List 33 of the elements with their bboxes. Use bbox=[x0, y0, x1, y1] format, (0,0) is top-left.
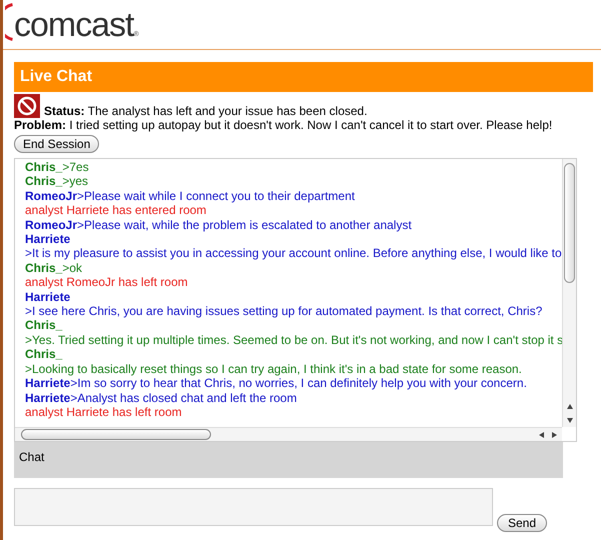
scroll-left-icon[interactable] bbox=[537, 430, 545, 438]
chat-message: RomeoJr>Please wait, while the problem is escalated to another analyst bbox=[25, 218, 413, 232]
message-input[interactable] bbox=[14, 488, 493, 526]
horizontal-scrollbar[interactable] bbox=[15, 427, 562, 441]
scroll-down-icon[interactable] bbox=[566, 416, 574, 424]
chat-message: Harriete>Im so sorry to hear that Chris, no worries, I can definitely help you with your concern. bbox=[25, 376, 528, 390]
message-text: >Looking to basically reset things so I can try again, I think it's in a bad state for some reason. bbox=[25, 362, 523, 376]
logo-arc-icon bbox=[5, 3, 13, 41]
message-text: >I see here Chris, you are having issues setting up for automated payment. Is that correct, Chris? bbox=[25, 304, 544, 318]
scroll-right-icon[interactable] bbox=[551, 430, 559, 438]
sender-name: Chris_ bbox=[25, 347, 64, 362]
vertical-scrollbar[interactable] bbox=[562, 159, 576, 427]
sender-name: Chris_ bbox=[25, 318, 64, 333]
logo-text: comcast bbox=[14, 8, 134, 42]
system-message: analyst Harriete has left room bbox=[25, 404, 183, 420]
sender-name: Harriete bbox=[25, 290, 72, 304]
chat-message: RomeoJr>Please wait while I connect you to their department bbox=[25, 188, 356, 204]
send-button[interactable]: Send bbox=[497, 514, 548, 532]
system-message: analyst RomeoJr has left room bbox=[25, 275, 189, 290]
status-text: Status: The analyst has left and your issue has been closed. bbox=[44, 104, 368, 118]
chat-message: Chris_>yes bbox=[25, 174, 90, 189]
chat-message: Chris_>ok bbox=[25, 260, 84, 276]
end-session-button[interactable]: End Session bbox=[14, 135, 100, 153]
live-chat-header: Live Chat bbox=[14, 62, 593, 92]
system-message: analyst Harriete has entered room bbox=[25, 203, 208, 218]
chat-message: Harriete>Analyst has closed chat and left the room bbox=[25, 390, 298, 405]
problem-text: Problem: I tried setting up autopay but it doesn't work. Now I can't cancel it to start over. Please help! bbox=[14, 118, 554, 132]
no-entry-icon bbox=[14, 94, 40, 118]
message-text: >It is my pleasure to assist you in accessing your account online. Before anything else, I would like to bbox=[25, 246, 562, 261]
chat-label: Chat bbox=[19, 450, 44, 464]
scroll-up-icon[interactable] bbox=[566, 402, 574, 410]
chat-message: Chris_>7es bbox=[25, 160, 90, 174]
sender-name: Harriete bbox=[25, 232, 72, 246]
